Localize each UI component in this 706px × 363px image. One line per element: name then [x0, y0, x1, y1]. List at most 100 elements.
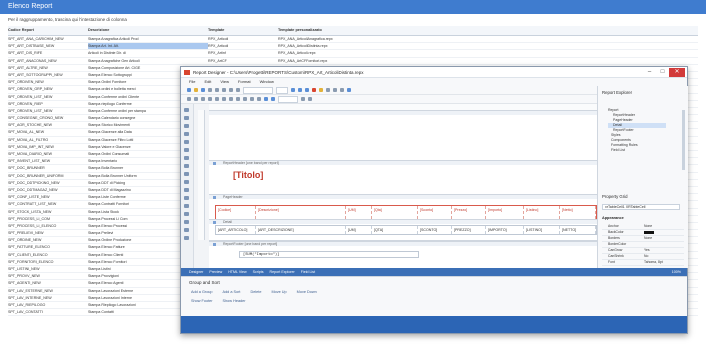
menu-view[interactable]: View [220, 78, 229, 86]
band-collapse-icon[interactable] [213, 243, 216, 246]
add-group-button[interactable]: Add a Group [191, 290, 213, 294]
zoom-out-icon[interactable] [308, 97, 312, 101]
underline-icon[interactable] [305, 88, 309, 92]
paste-icon[interactable] [222, 88, 226, 92]
table-row[interactable]: SPT_ART_ANA_CARICHIM_NEW Stampa Anagrafic… [8, 36, 698, 44]
align-middles-icon[interactable] [215, 97, 219, 101]
subreport-icon[interactable] [184, 212, 189, 216]
design-surface[interactable]: ReportHeader [one band per report] [Tito… [209, 110, 597, 240]
zoom-in-icon[interactable] [301, 97, 305, 101]
tab-designer[interactable]: Designer [189, 268, 203, 276]
table-row[interactable]: SPT_ART_ANACONAS_NEW Stampa Anagrafiche G… [8, 58, 698, 65]
report-title-label[interactable]: [Titolo] [233, 170, 263, 180]
new-icon[interactable] [187, 88, 191, 92]
explorer-scrollbar[interactable] [682, 110, 685, 170]
tab-scripts[interactable]: Scripts [253, 268, 264, 276]
header-template[interactable]: Template [208, 26, 278, 35]
detail-cell[interactable]: [ART_DESCRIZIONE] [256, 226, 346, 234]
table-tool-icon[interactable] [184, 156, 189, 160]
save-icon[interactable] [201, 88, 205, 92]
move-up-button[interactable]: Move Up [271, 290, 286, 294]
open-icon[interactable] [194, 88, 198, 92]
zipcode-icon[interactable] [184, 188, 189, 192]
band-detail[interactable]: Detail [209, 219, 597, 224]
header-cell[interactable]: [Sconto] [418, 206, 452, 219]
table-row[interactable]: SPT_ART_DIS_RIFE Articoli in Distinte Dir… [8, 50, 698, 58]
detail-cell[interactable]: [LISTINO] [524, 226, 560, 234]
property-value[interactable] [644, 230, 684, 235]
band-top[interactable] [209, 110, 597, 115]
align-tops-icon[interactable] [208, 97, 212, 101]
zoom-select[interactable] [278, 95, 298, 103]
band-report-footer[interactable]: ReportFooter [one band per report] [209, 241, 597, 246]
tree-node[interactable]: Field List [608, 148, 666, 153]
show-header-toggle[interactable]: Show Header [223, 299, 246, 303]
align-lefts-icon[interactable] [187, 97, 191, 101]
tab-preview[interactable]: Preview [209, 268, 222, 276]
header-descrizione[interactable]: Descrizione [88, 26, 208, 35]
minimize-icon[interactable]: – [643, 68, 656, 77]
header-cell[interactable]: [Netto] [560, 206, 596, 219]
maximize-icon[interactable]: □ [656, 68, 669, 77]
menu-edit[interactable]: Edit [204, 78, 211, 86]
show-footer-toggle[interactable]: Show Footer [191, 299, 213, 303]
help-icon[interactable] [347, 88, 351, 92]
header-cell[interactable]: [Codice] [216, 206, 256, 219]
back-color-icon[interactable] [319, 88, 323, 92]
menu-window[interactable]: Window [260, 78, 274, 86]
band-page-header[interactable]: PageHeader [209, 194, 597, 199]
band-collapse-icon[interactable] [213, 162, 216, 165]
pageinfo-icon[interactable] [184, 228, 189, 232]
picture-icon[interactable] [184, 140, 189, 144]
band-collapse-icon[interactable] [213, 221, 216, 224]
header-cell[interactable]: [Listino] [524, 206, 560, 219]
tab-html-view[interactable]: HTML View [228, 268, 246, 276]
bold-icon[interactable] [291, 88, 295, 92]
align-left-icon[interactable] [326, 88, 330, 92]
panel-icon[interactable] [184, 148, 189, 152]
header-template-personalizzato[interactable]: Template personalizzato [278, 26, 428, 35]
checkbox-tool-icon[interactable] [184, 124, 189, 128]
move-down-button[interactable]: Move Down [297, 290, 317, 294]
send-back-icon[interactable] [271, 97, 275, 101]
redo-icon[interactable] [236, 88, 240, 92]
fore-color-icon[interactable] [312, 88, 316, 92]
property-value[interactable]: None [644, 236, 684, 241]
barcode-icon[interactable] [184, 180, 189, 184]
same-size-icon[interactable] [243, 97, 247, 101]
detail-cell[interactable]: [NETTO] [560, 226, 596, 234]
align-centers-icon[interactable] [194, 97, 198, 101]
pagebreak-icon[interactable] [184, 220, 189, 224]
pointer-icon[interactable] [184, 108, 189, 112]
menu-file[interactable]: File [189, 78, 195, 86]
font-name-select[interactable] [243, 86, 273, 94]
shape-icon[interactable] [184, 172, 189, 176]
expression-field[interactable]: [SUM("Importo")] [239, 251, 419, 258]
header-cell[interactable]: [Qta] [372, 206, 418, 219]
detail-cell[interactable]: [ART_ARTICOLO] [216, 226, 256, 234]
cut-icon[interactable] [208, 88, 212, 92]
property-value[interactable]: Yes [644, 248, 684, 253]
close-icon[interactable]: ✕ [669, 68, 685, 77]
detail-cell[interactable]: [IMPORTO] [486, 226, 524, 234]
detail-cell[interactable]: [SCONTO] [418, 226, 452, 234]
detail-cell[interactable]: [UM] [346, 226, 372, 234]
richtext-icon[interactable] [184, 132, 189, 136]
band-collapse-icon[interactable] [213, 196, 216, 199]
font-size-select[interactable] [276, 86, 288, 94]
band-report-header[interactable]: ReportHeader [one band per report] [209, 160, 597, 165]
bring-front-icon[interactable] [264, 97, 268, 101]
header-cell[interactable]: [Prezzo] [452, 206, 486, 219]
tab-report-explorer[interactable]: Report Explorer [270, 268, 295, 276]
header-codice[interactable]: Codice Report [8, 26, 88, 35]
property-value[interactable]: No [644, 254, 684, 259]
undo-icon[interactable] [229, 88, 233, 92]
property-value[interactable] [644, 242, 684, 247]
copy-icon[interactable] [215, 88, 219, 92]
align-right-icon[interactable] [340, 88, 344, 92]
gauge-icon[interactable] [184, 204, 189, 208]
chart-tool-icon[interactable] [184, 196, 189, 200]
align-rights-icon[interactable] [201, 97, 205, 101]
crossband-icon[interactable] [184, 236, 189, 240]
header-cell[interactable]: [Descrizione] [256, 206, 346, 219]
